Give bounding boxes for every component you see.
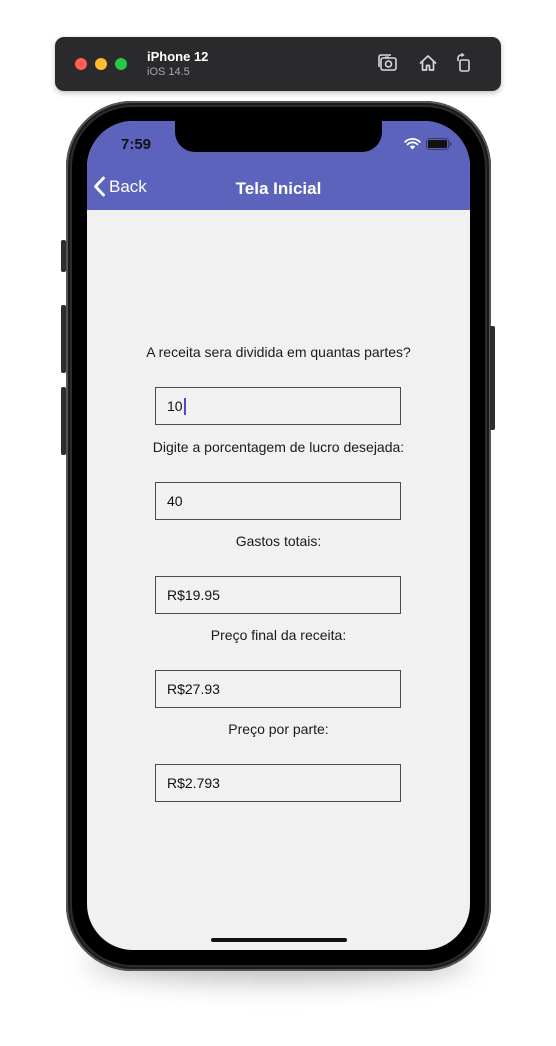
zoom-window-button[interactable] xyxy=(115,58,127,70)
wifi-icon xyxy=(404,138,421,150)
text-caret xyxy=(183,397,186,415)
rotate-icon xyxy=(457,53,470,72)
power-button xyxy=(490,326,495,430)
home-button[interactable] xyxy=(416,51,440,75)
profit-input-value: 40 xyxy=(167,493,183,509)
total-cost-value: R$19.95 xyxy=(167,587,220,603)
os-version: iOS 14.5 xyxy=(147,66,190,78)
total-cost-field[interactable]: R$19.95 xyxy=(155,576,401,614)
status-time: 7:59 xyxy=(121,136,152,153)
total-cost-label: Gastos totais: xyxy=(235,533,322,549)
final-price-field[interactable]: R$27.93 xyxy=(155,670,401,708)
rotate-button[interactable] xyxy=(452,51,476,75)
parts-input[interactable]: 10 xyxy=(155,387,401,425)
device-name: iPhone 12 xyxy=(147,49,209,64)
volume-down-button xyxy=(61,387,66,455)
parts-input-value: 10 xyxy=(167,398,183,414)
final-price-label: Preço final da receita: xyxy=(210,627,347,643)
simulator-stage: iPhone 12 iOS 14.5 7:59 Back Tela Inicia… xyxy=(0,0,556,1046)
price-per-part-label: Preço por parte: xyxy=(228,721,329,737)
close-window-button[interactable] xyxy=(75,58,87,70)
home-icon xyxy=(419,55,437,71)
price-per-part-field[interactable]: R$2.793 xyxy=(155,764,401,802)
screenshot-icon xyxy=(378,54,397,71)
minimize-window-button[interactable] xyxy=(95,58,107,70)
price-per-part-value: R$2.793 xyxy=(167,775,220,791)
phone-screen: 7:59 Back Tela Inicial A receita sera di… xyxy=(87,121,470,950)
profit-label: Digite a porcentagem de lucro desejada: xyxy=(152,439,405,455)
battery-icon xyxy=(426,138,452,150)
navigation-bar: 7:59 Back Tela Inicial xyxy=(87,121,470,210)
parts-label: A receita sera dividida em quantas parte… xyxy=(146,344,411,360)
final-price-value: R$27.93 xyxy=(167,681,220,697)
simulator-toolbar: iPhone 12 iOS 14.5 xyxy=(55,37,501,91)
profit-input[interactable]: 40 xyxy=(155,482,401,520)
volume-up-button xyxy=(61,305,66,373)
page-title: Tela Inicial xyxy=(235,179,322,198)
home-indicator[interactable] xyxy=(211,938,347,942)
screenshot-button[interactable] xyxy=(376,51,400,75)
notch xyxy=(175,121,382,152)
status-icons xyxy=(404,138,452,150)
silent-switch xyxy=(61,240,66,272)
